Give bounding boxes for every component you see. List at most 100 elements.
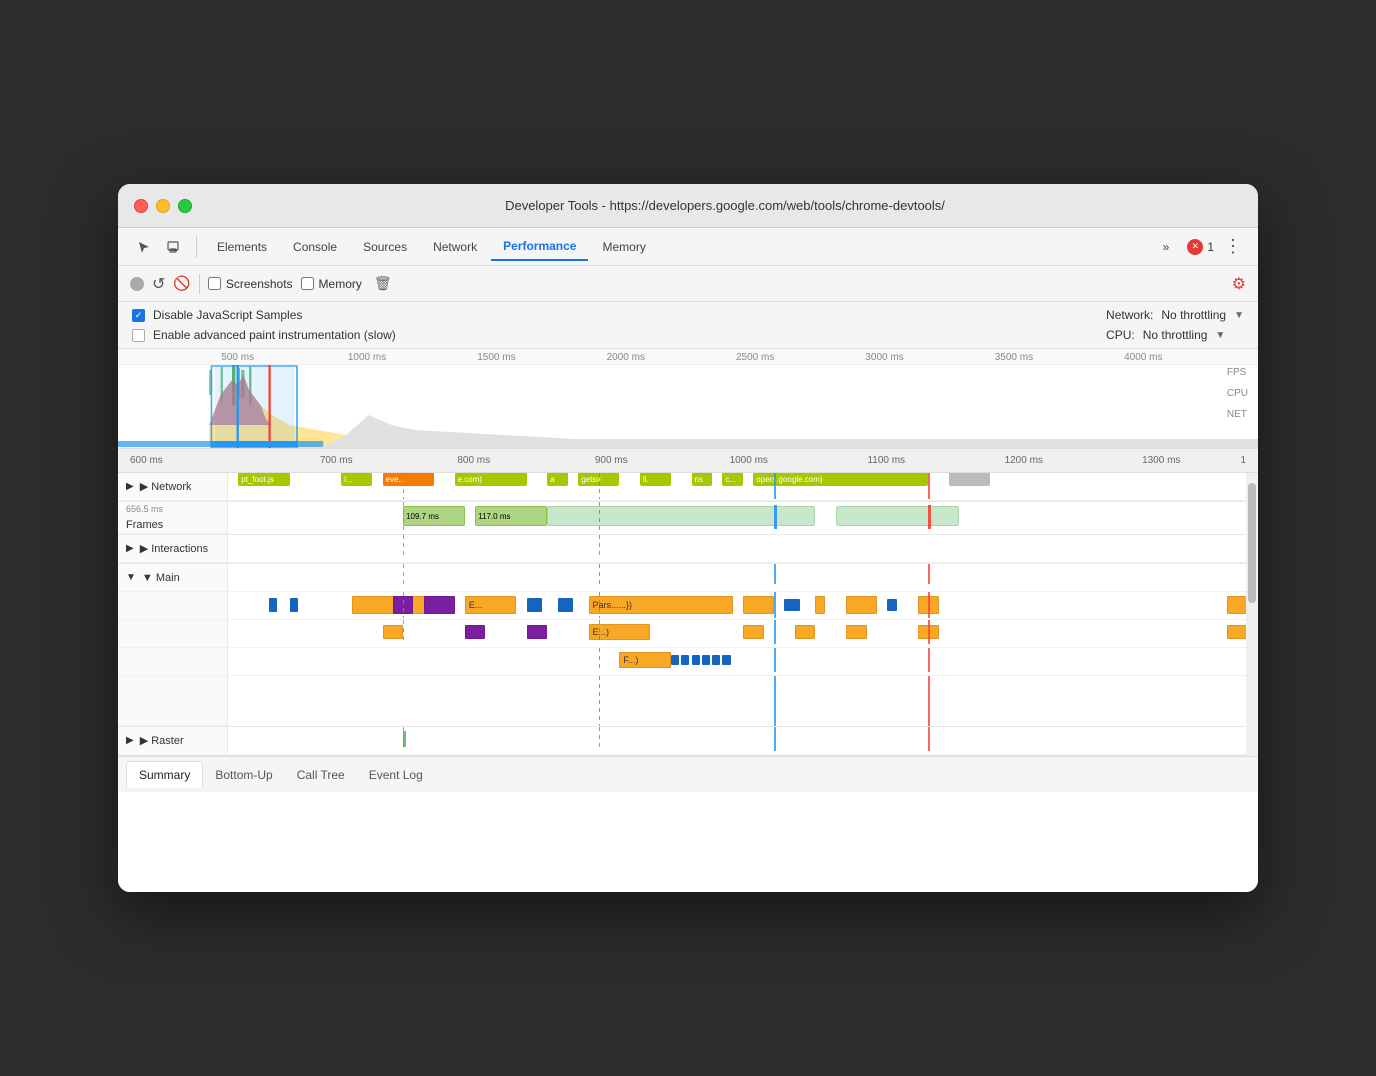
- main-row-empty: [118, 676, 1258, 726]
- error-count: 1: [1207, 240, 1214, 254]
- frames-track-label: 656.5 ms Frames: [118, 502, 228, 533]
- settings-button[interactable]: ⚙: [1232, 274, 1246, 294]
- task2-4: [743, 625, 764, 639]
- net-item-2: eve...: [383, 473, 435, 486]
- raster-track-label[interactable]: ▶ ▶ Raster: [118, 727, 228, 754]
- tab-summary[interactable]: Summary: [126, 761, 203, 788]
- devtools-menu-button[interactable]: ⋮: [1220, 236, 1246, 257]
- tab-call-tree[interactable]: Call Tree: [285, 762, 357, 788]
- screenshots-checkbox-label[interactable]: Screenshots: [208, 277, 293, 291]
- main-label-text: ▼ Main: [142, 572, 180, 584]
- vmarker-green-raster: [403, 727, 404, 751]
- raster-canvas[interactable]: [228, 727, 1258, 751]
- net-item-10: [949, 473, 990, 486]
- devtools-window: Developer Tools - https://developers.goo…: [118, 184, 1258, 892]
- memory-checkbox[interactable]: [301, 277, 314, 290]
- more-tabs-button[interactable]: »: [1151, 233, 1182, 261]
- overview-charts[interactable]: [118, 365, 1258, 449]
- main-row-2-canvas[interactable]: E...): [228, 620, 1258, 644]
- vmarker-blue-main3: [774, 648, 776, 672]
- vmarker-blue-net: [774, 473, 776, 499]
- tab-memory[interactable]: Memory: [590, 233, 657, 261]
- task-blue-2: [290, 598, 298, 612]
- raster-label-text: ▶ Raster: [140, 734, 184, 747]
- screenshots-checkbox[interactable]: [208, 277, 221, 290]
- main-row-3-canvas[interactable]: F...): [228, 648, 1258, 672]
- net-item-4: a: [547, 473, 568, 486]
- tab-event-log[interactable]: Event Log: [357, 762, 435, 788]
- task3-blue-2: [681, 655, 689, 665]
- disable-js-checkbox[interactable]: ✓: [132, 309, 145, 322]
- main-row-empty-canvas[interactable]: [228, 676, 1258, 726]
- memory-checkbox-label[interactable]: Memory: [301, 277, 362, 291]
- cpu-throttle-row: CPU: No throttling ▼: [1106, 328, 1244, 342]
- vertical-scrollbar[interactable]: [1246, 473, 1258, 756]
- tab-network[interactable]: Network: [421, 233, 489, 261]
- traffic-lights: [134, 199, 192, 213]
- clear-button[interactable]: 🗑: [374, 275, 392, 292]
- scrollbar-thumb[interactable]: [1248, 483, 1256, 603]
- interactions-track-label[interactable]: ▶ ▶ Interactions: [118, 535, 228, 562]
- error-icon: ✕: [1187, 239, 1203, 255]
- close-button[interactable]: [134, 199, 148, 213]
- maximize-button[interactable]: [178, 199, 192, 213]
- device-icon[interactable]: [160, 233, 188, 261]
- main-row-1-canvas[interactable]: E... Pars......}): [228, 592, 1258, 618]
- interactions-canvas[interactable]: [228, 535, 1258, 557]
- tab-elements[interactable]: Elements: [205, 233, 279, 261]
- cpu-value: No throttling: [1143, 328, 1208, 342]
- vmarker-red-empty: [928, 676, 930, 726]
- bottom-tabs-bar: Summary Bottom-Up Call Tree Event Log: [118, 756, 1258, 792]
- ruler-tick-4000: 4000 ms: [1079, 352, 1208, 363]
- tab-performance[interactable]: Performance: [491, 233, 588, 261]
- vmarker-red-main: [928, 564, 930, 584]
- overview-chart[interactable]: 500 ms 1000 ms 1500 ms 2000 ms 2500 ms 3…: [118, 349, 1258, 449]
- task-blue-1: [269, 598, 277, 612]
- zoom-tick-800: 800 ms: [405, 455, 543, 466]
- titlebar: Developer Tools - https://developers.goo…: [118, 184, 1258, 228]
- main-track-header: ▼ ▼ Main: [118, 564, 1258, 592]
- ruler-tick-1000: 1000 ms: [302, 352, 431, 363]
- cursor-icon[interactable]: [130, 233, 158, 261]
- options-right: Network: No throttling ▼ CPU: No throttl…: [1106, 308, 1244, 342]
- vmarker-green-interactions: [403, 535, 404, 557]
- refresh-record-button[interactable]: ↺: [152, 274, 165, 294]
- zoom-tick-1000: 1000 ms: [680, 455, 818, 466]
- tab-console[interactable]: Console: [281, 233, 349, 261]
- advanced-paint-checkbox[interactable]: [132, 329, 145, 342]
- cpu-label: CPU:: [1106, 328, 1135, 342]
- tab-sources[interactable]: Sources: [351, 233, 419, 261]
- task-orange-4: [846, 596, 877, 614]
- vmarker-red-net: [928, 473, 930, 499]
- overview-svg: [118, 365, 1258, 449]
- network-dropdown-arrow[interactable]: ▼: [1234, 310, 1244, 321]
- interactions-track: ▶ ▶ Interactions: [118, 535, 1258, 564]
- vmarker-green-main1: [403, 592, 404, 618]
- task2-6: [846, 625, 867, 639]
- interactions-chevron: ▶: [126, 543, 134, 554]
- minimize-button[interactable]: [156, 199, 170, 213]
- tab-bottom-up[interactable]: Bottom-Up: [203, 762, 284, 788]
- network-track-label[interactable]: ▶ ▶ Network: [118, 473, 228, 500]
- vmarker-blue-dashed-raster: [599, 727, 600, 751]
- network-canvas[interactable]: pt_foot.js l... eve... e.com) a getsu li…: [228, 473, 1258, 499]
- error-indicator: ✕ 1: [1187, 239, 1214, 255]
- disable-js-row: ✓ Disable JavaScript Samples: [132, 308, 396, 322]
- zoom-tick-600: 600 ms: [126, 455, 268, 466]
- raster-chevron: ▶: [126, 735, 134, 746]
- main-chevron: ▼: [126, 572, 136, 583]
- vmarker-red-raster: [928, 727, 930, 751]
- task3-blue-3: [692, 655, 700, 665]
- network-value: No throttling: [1161, 308, 1226, 322]
- record-button[interactable]: [130, 277, 144, 291]
- task2-1: [383, 625, 404, 639]
- raster-track: ▶ ▶ Raster: [118, 727, 1258, 756]
- vmarker-blue-dashed-main: [599, 564, 600, 584]
- vmarker-blue-dashed-empty: [599, 676, 600, 726]
- frame-blue-marker: [774, 505, 777, 529]
- frames-canvas[interactable]: 109.7 ms 117.0 ms: [228, 502, 1258, 534]
- zoom-ruler: 600 ms 700 ms 800 ms 900 ms 1000 ms 1100…: [118, 449, 1258, 473]
- network-throttle-row: Network: No throttling ▼: [1106, 308, 1244, 322]
- main-track-label[interactable]: ▼ ▼ Main: [118, 564, 228, 591]
- cpu-dropdown-arrow[interactable]: ▼: [1215, 330, 1225, 341]
